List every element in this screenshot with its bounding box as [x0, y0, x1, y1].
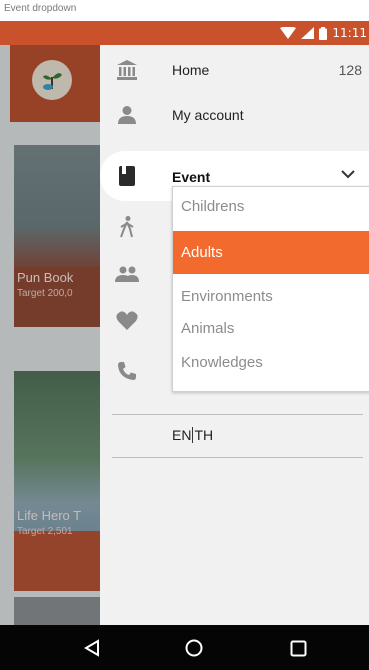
menu-item-label: My account	[172, 107, 244, 123]
bank-icon	[115, 58, 139, 82]
screen-caption: Event dropdown	[0, 0, 369, 21]
status-icons: 11:11	[280, 23, 367, 43]
status-time: 11:11	[332, 26, 367, 40]
dropdown-option[interactable]: Childrens	[173, 198, 369, 215]
book-icon	[115, 164, 139, 188]
dropdown-option[interactable]: Knowledges	[173, 354, 369, 371]
language-en[interactable]: EN	[172, 427, 191, 443]
language-th[interactable]: TH	[194, 427, 213, 443]
navigation-drawer: Home 128 My account Event Childrens Adul…	[100, 45, 369, 625]
home-icon[interactable]	[183, 637, 205, 659]
back-icon[interactable]	[81, 637, 103, 659]
phone-icon[interactable]	[115, 359, 139, 383]
recents-icon[interactable]	[287, 637, 309, 659]
menu-item-count: 128	[338, 62, 362, 78]
chevron-down-icon[interactable]	[341, 169, 355, 179]
status-bar: 11:11	[0, 21, 369, 45]
dropdown-option[interactable]: Animals	[173, 320, 369, 337]
language-switch[interactable]: EN TH	[172, 427, 213, 443]
menu-item-label: Event	[172, 169, 211, 185]
signal-icon	[301, 27, 315, 39]
battery-icon	[319, 26, 328, 40]
event-category-dropdown[interactable]: Childrens Adults Environments Animals Kn…	[172, 186, 369, 392]
wifi-icon	[280, 27, 297, 39]
dropdown-option[interactable]: Environments	[173, 288, 369, 305]
dropdown-option-selected[interactable]: Adults	[173, 231, 369, 274]
walk-icon[interactable]	[115, 215, 139, 239]
heart-icon[interactable]	[115, 309, 139, 333]
group-icon[interactable]	[115, 263, 139, 287]
person-icon	[115, 103, 139, 127]
divider	[112, 414, 363, 415]
system-nav-bar	[0, 625, 369, 670]
menu-item-home[interactable]: Home 128	[100, 46, 369, 94]
menu-item-my-account[interactable]: My account	[100, 91, 369, 139]
divider	[112, 457, 363, 458]
menu-item-label: Home	[172, 62, 210, 78]
